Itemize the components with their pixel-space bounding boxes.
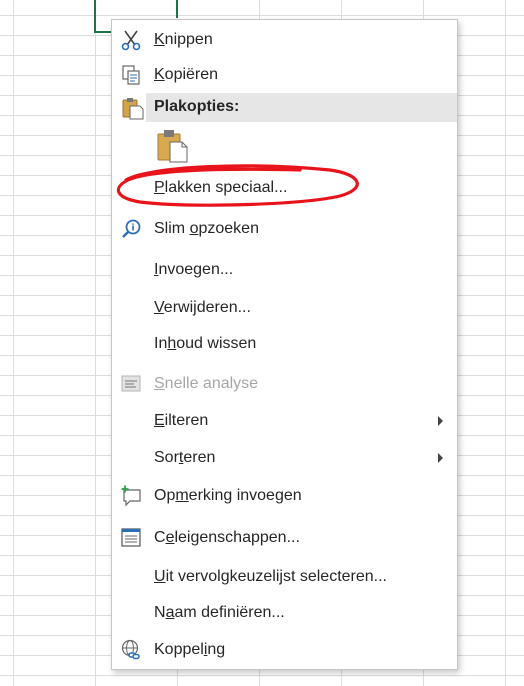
- paste-option-icon: [156, 130, 190, 168]
- menu-item-label: Verwijderen...: [154, 299, 251, 316]
- menu-item-snelle-analyse: Snelle analyse: [112, 366, 457, 402]
- menu-item-label: Celeigenschappen...: [154, 529, 300, 546]
- menu-item-celeigenschappen[interactable]: Celeigenschappen...: [112, 520, 457, 556]
- menu-item-filteren[interactable]: Eilteren: [112, 403, 457, 439]
- menu-item-label: Invoegen...: [154, 261, 234, 278]
- menu-item-label: Opmerking invoegen: [154, 487, 302, 504]
- context-menu: Knippen Kopiëren Plakopties: Plakken spe…: [111, 19, 458, 670]
- menu-item-sorteren[interactable]: Sorteren: [112, 440, 457, 476]
- submenu-arrow-icon: [438, 453, 443, 463]
- menu-item-label: Kopiëren: [154, 66, 219, 83]
- copy-icon: [118, 62, 144, 88]
- new-comment-icon: [118, 483, 144, 509]
- paste-options-header: Plakopties:: [146, 93, 457, 122]
- menu-item-slim-opzoeken[interactable]: i Slim opzoeken: [112, 211, 457, 247]
- menu-item-opmerking-invoegen[interactable]: Opmerking invoegen: [112, 478, 457, 514]
- menu-item-kopieren[interactable]: Kopiëren: [112, 57, 457, 93]
- link-icon: [118, 637, 144, 663]
- menu-item-inhoud-wissen[interactable]: Inhoud wissen: [112, 326, 457, 362]
- menu-item-label: Inhoud wissen: [154, 335, 257, 352]
- menu-item-plakken-speciaal[interactable]: Plakken speciaal...: [112, 170, 457, 206]
- smart-lookup-icon: i: [118, 216, 144, 242]
- menu-item-invoegen[interactable]: Invoegen...: [112, 252, 457, 288]
- format-cells-icon: [118, 525, 144, 551]
- quick-analysis-icon: [118, 371, 144, 397]
- menu-item-naam-definieren[interactable]: Naam definiëren...: [112, 595, 457, 631]
- menu-item-label: Uit vervolgkeuzelijst selecteren...: [154, 568, 387, 585]
- submenu-arrow-icon: [438, 416, 443, 426]
- menu-item-koppeling[interactable]: Koppeling: [112, 632, 457, 668]
- menu-item-label: Plakken speciaal...: [154, 179, 288, 196]
- scissors-icon: [118, 27, 144, 53]
- menu-item-label: Slim opzoeken: [154, 220, 259, 237]
- menu-item-vervolgkeuzelijst[interactable]: Uit vervolgkeuzelijst selecteren...: [112, 559, 457, 595]
- menu-item-label: Snelle analyse: [154, 375, 259, 392]
- paste-option-button[interactable]: [156, 128, 190, 164]
- menu-item-knippen[interactable]: Knippen: [112, 22, 457, 58]
- menu-item-label: Koppeling: [154, 641, 226, 658]
- menu-item-label: Naam definiëren...: [154, 604, 285, 621]
- selected-cell-border-right: [176, 0, 178, 18]
- menu-item-verwijderen[interactable]: Verwijderen...: [112, 290, 457, 326]
- menu-item-label: Knippen: [154, 31, 213, 48]
- menu-item-label: Eilteren: [154, 412, 209, 429]
- paste-options-label: Plakopties:: [154, 98, 240, 115]
- paste-icon: [120, 96, 144, 120]
- svg-text:i: i: [131, 224, 134, 234]
- menu-item-label: Sorteren: [154, 449, 216, 466]
